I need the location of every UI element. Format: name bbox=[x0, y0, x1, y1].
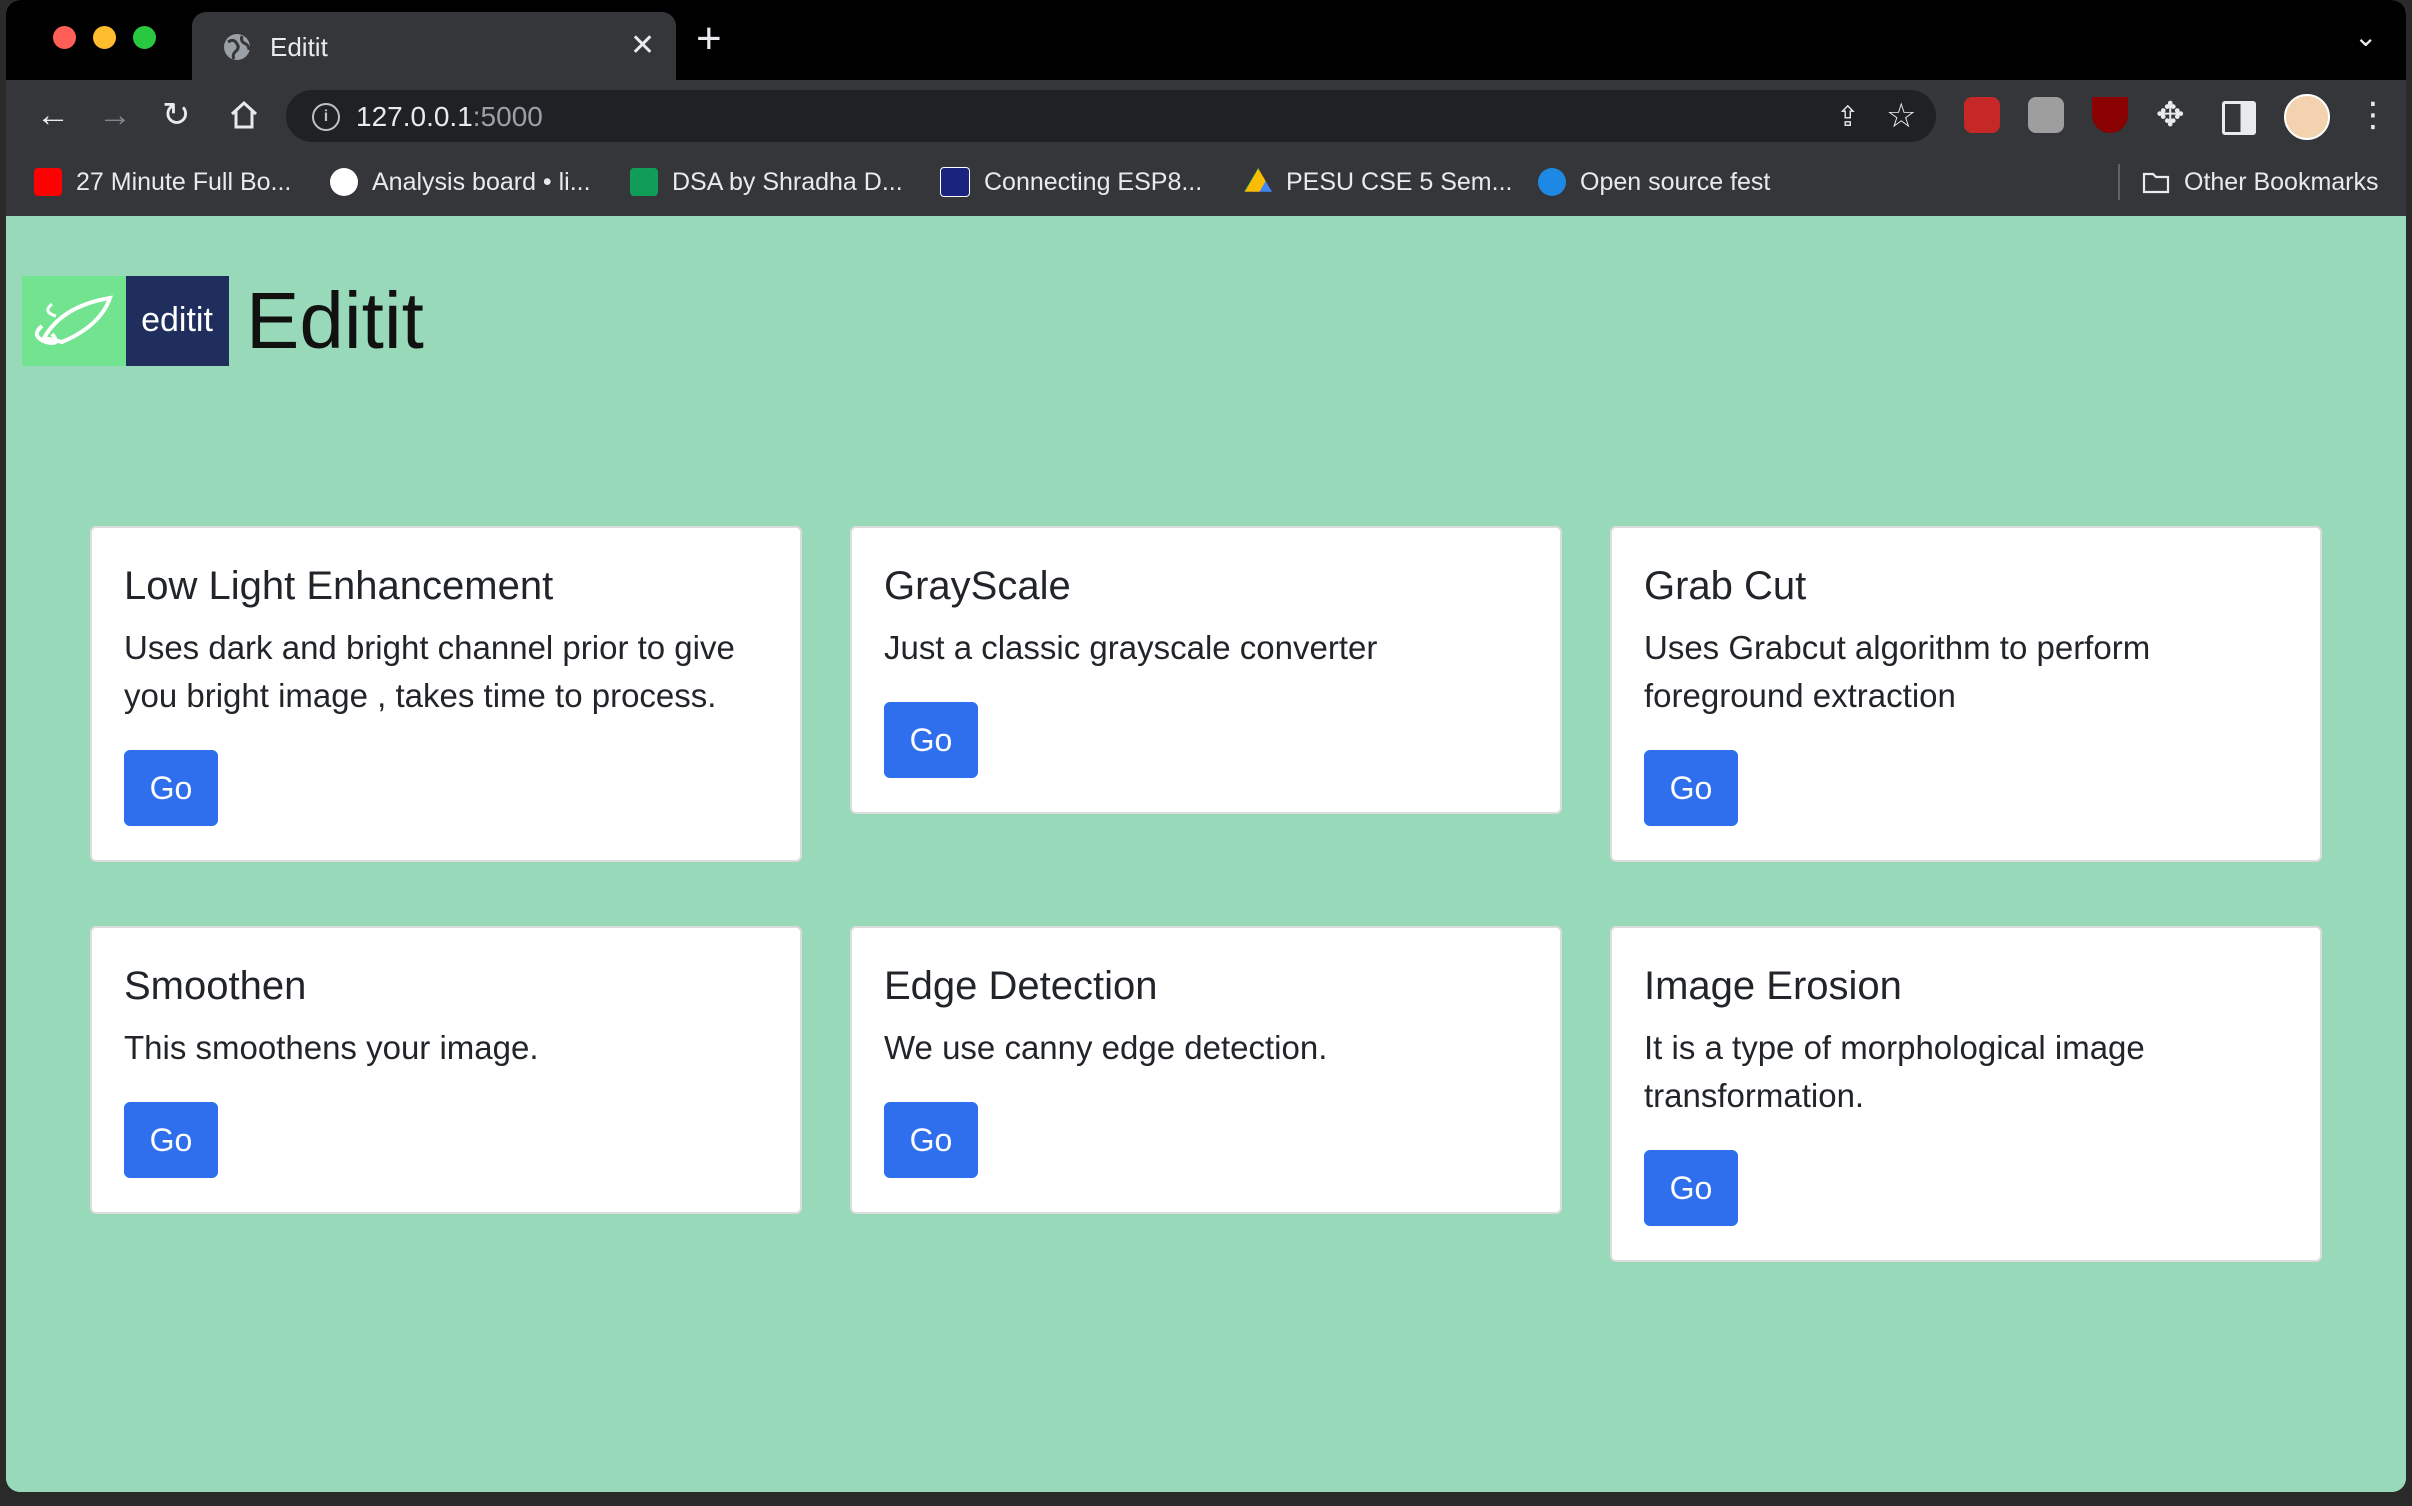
address-bar[interactable]: i 127.0.0.1:5000 ⇪ ☆ bbox=[286, 90, 1936, 142]
bookmark-item[interactable]: 27 Minute Full Bo... bbox=[34, 164, 291, 200]
card-image-erosion: Image Erosion It is a type of morphologi… bbox=[1610, 926, 2322, 1262]
card-title: Image Erosion bbox=[1644, 964, 1902, 1008]
tab-search-chevron-icon[interactable]: ⌄ bbox=[2354, 20, 2377, 53]
back-arrow-icon[interactable]: ← bbox=[36, 98, 70, 132]
tab-editit[interactable]: Editit ✕ bbox=[192, 12, 676, 80]
tab-strip: Editit ✕ + ⌄ bbox=[6, 0, 2406, 80]
card-grayscale: GrayScale Just a classic grayscale conve… bbox=[850, 526, 1562, 814]
editit-logo[interactable]: editit bbox=[22, 276, 229, 366]
new-tab-button[interactable]: + bbox=[696, 14, 722, 64]
site-icon bbox=[940, 167, 970, 197]
forward-arrow-icon[interactable]: → bbox=[98, 98, 132, 132]
go-button[interactable]: Go bbox=[124, 1102, 218, 1178]
more-menu-icon[interactable]: ⋮ bbox=[2356, 98, 2390, 132]
bookmark-item[interactable]: PESU CSE 5 Sem... bbox=[1244, 164, 1512, 200]
card-text: We use canny edge detection. bbox=[884, 1029, 1328, 1066]
site-icon bbox=[1538, 168, 1566, 196]
card-title: Low Light Enhancement bbox=[124, 564, 554, 608]
go-button[interactable]: Go bbox=[1644, 1150, 1738, 1226]
card-grab-cut: Grab Cut Uses Grabcut algorithm to perfo… bbox=[1610, 526, 2322, 862]
globe-icon bbox=[224, 34, 251, 60]
drive-icon bbox=[1244, 168, 1272, 192]
site-info-icon[interactable]: i bbox=[312, 103, 340, 131]
card-text: Just a classic grayscale converter bbox=[884, 629, 1378, 666]
card-title: GrayScale bbox=[884, 564, 1071, 608]
home-icon[interactable] bbox=[228, 100, 260, 130]
page-title: Editit bbox=[246, 276, 424, 365]
extension-touch-icon[interactable] bbox=[2028, 97, 2064, 133]
card-title: Edge Detection bbox=[884, 964, 1158, 1008]
bookmark-item[interactable]: Analysis board • li... bbox=[330, 164, 591, 200]
sheets-icon bbox=[630, 168, 658, 196]
go-button[interactable]: Go bbox=[1644, 750, 1738, 826]
bookmark-star-icon[interactable]: ☆ bbox=[1886, 96, 1916, 136]
bookmark-item[interactable]: Connecting ESP8... bbox=[940, 164, 1202, 200]
card-text: This smoothens your image. bbox=[124, 1029, 539, 1066]
card-low-light-enhancement: Low Light Enhancement Uses dark and brig… bbox=[90, 526, 802, 862]
extensions-puzzle-icon[interactable]: ✥ bbox=[2156, 98, 2185, 132]
card-title: Grab Cut bbox=[1644, 564, 1807, 608]
logo-text: editit bbox=[141, 301, 213, 339]
other-bookmarks[interactable]: Other Bookmarks bbox=[2142, 164, 2379, 200]
go-button[interactable]: Go bbox=[124, 750, 218, 826]
go-button[interactable]: Go bbox=[884, 1102, 978, 1178]
close-tab-icon[interactable]: ✕ bbox=[630, 28, 655, 63]
bookmarks-divider bbox=[2118, 164, 2120, 200]
lichess-icon bbox=[330, 168, 358, 196]
maximize-window-button[interactable] bbox=[133, 26, 156, 49]
card-title: Smoothen bbox=[124, 964, 307, 1008]
browser-window: Editit ✕ + ⌄ ← → ↻ i 127.0.0.1:5000 ⇪ ☆ … bbox=[6, 0, 2406, 1492]
folder-icon bbox=[2142, 172, 2170, 194]
url-text[interactable]: 127.0.0.1:5000 bbox=[356, 101, 543, 133]
profile-avatar[interactable] bbox=[2284, 94, 2330, 140]
close-window-button[interactable] bbox=[53, 26, 76, 49]
youtube-icon bbox=[34, 168, 62, 196]
card-text: Uses dark and bright channel prior to gi… bbox=[124, 629, 735, 714]
toolbar: ← → ↻ i 127.0.0.1:5000 ⇪ ☆ ✥ ⋮ bbox=[6, 80, 2406, 150]
tab-title: Editit bbox=[270, 32, 328, 62]
card-edge-detection: Edge Detection We use canny edge detecti… bbox=[850, 926, 1562, 1214]
bookmarks-bar: 27 Minute Full Bo... Analysis board • li… bbox=[6, 150, 2406, 217]
share-icon[interactable]: ⇪ bbox=[1836, 100, 1859, 133]
card-text: Uses Grabcut algorithm to perform foregr… bbox=[1644, 629, 2151, 714]
extension-fastforward-icon[interactable] bbox=[1964, 97, 2000, 133]
minimize-window-button[interactable] bbox=[93, 26, 116, 49]
side-panel-icon[interactable] bbox=[2222, 101, 2256, 135]
bookmark-item[interactable]: DSA by Shradha D... bbox=[630, 164, 903, 200]
card-text: It is a type of morphological image tran… bbox=[1644, 1029, 2145, 1114]
card-smoothen: Smoothen This smoothens your image. Go bbox=[90, 926, 802, 1214]
reload-icon[interactable]: ↻ bbox=[162, 98, 191, 132]
ublock-shield-icon[interactable] bbox=[2092, 97, 2128, 133]
bookmark-item[interactable]: Open source fest bbox=[1538, 164, 1770, 200]
page-content: editit Editit Low Light Enhancement Uses… bbox=[6, 216, 2406, 1492]
go-button[interactable]: Go bbox=[884, 702, 978, 778]
